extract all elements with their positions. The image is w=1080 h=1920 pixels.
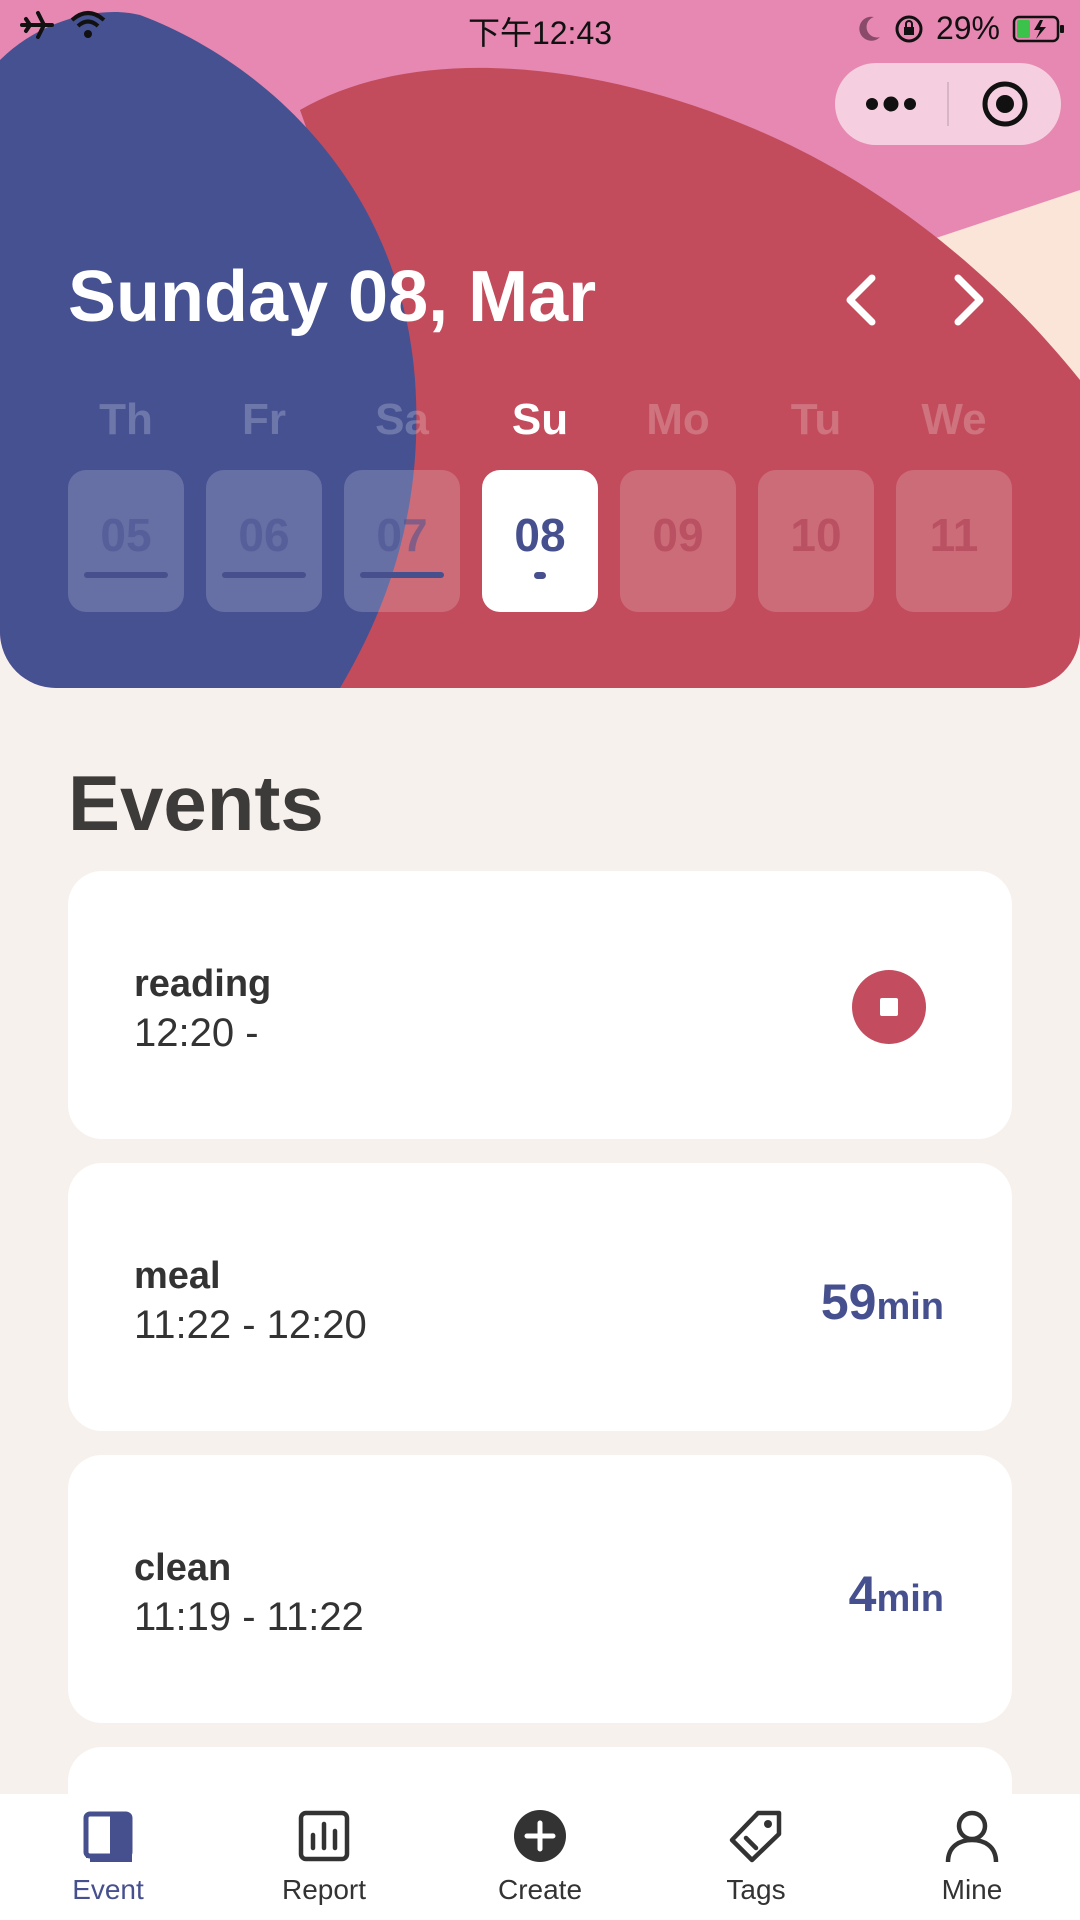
duration-value: 59: [820, 1274, 877, 1330]
battery-charging-icon: [1012, 15, 1064, 42]
weekday-label: Sa: [375, 395, 429, 444]
day-number: 08: [514, 509, 566, 561]
event-duration: 4min: [849, 1565, 944, 1623]
day-number: 10: [790, 509, 842, 561]
event-card[interactable]: meal 11:22 - 12:20 59min: [68, 1163, 1012, 1431]
has-events-underline: [222, 572, 306, 578]
day-number: 05: [100, 509, 152, 561]
day-button-selected[interactable]: 08: [482, 470, 598, 612]
weekday-label: Fr: [242, 395, 286, 444]
target-close-icon: [982, 81, 1028, 127]
day-number: 06: [238, 509, 290, 561]
duration-value: 4: [848, 1566, 877, 1622]
bar-chart-icon: [298, 1810, 350, 1862]
tab-event[interactable]: Event: [0, 1794, 216, 1920]
weekday-label: Th: [99, 395, 153, 444]
more-dots-icon: [866, 96, 916, 112]
day-button[interactable]: 07: [344, 470, 460, 612]
chevron-right-icon: [954, 274, 984, 326]
mini-program-capsule: [835, 63, 1061, 145]
event-time: 11:19 - 11:22: [134, 1595, 364, 1639]
tab-tags[interactable]: Tags: [648, 1794, 864, 1920]
has-events-underline: [360, 572, 444, 578]
tab-report[interactable]: Report: [216, 1794, 432, 1920]
event-card[interactable]: clean 11:19 - 11:22 4min: [68, 1455, 1012, 1723]
close-button[interactable]: [949, 63, 1061, 145]
orientation-lock-icon: [895, 15, 923, 42]
day-button[interactable]: 11: [896, 470, 1012, 612]
tab-label: Report: [281, 1874, 367, 1905]
event-name: reading: [134, 963, 272, 1005]
day-number: 09: [652, 509, 704, 561]
tab-bar: Event Report Create Tags Mine: [0, 1794, 1080, 1920]
moon-icon: [859, 16, 880, 41]
event-duration: 59min: [821, 1273, 944, 1331]
today-dot: [534, 572, 546, 579]
weekday-label: We: [921, 395, 987, 444]
date-title: Sunday 08, Mar: [68, 257, 597, 337]
day-button[interactable]: 09: [620, 470, 736, 612]
next-week-button[interactable]: [940, 270, 1000, 330]
user-icon: [945, 1810, 999, 1863]
prev-week-button[interactable]: [830, 270, 890, 330]
more-button[interactable]: [835, 63, 947, 145]
events-title: Events: [68, 759, 324, 847]
chevron-left-icon: [846, 274, 876, 326]
battery-percent: 29%: [935, 10, 1000, 46]
stop-icon: [880, 998, 898, 1016]
weekday-label: Tu: [790, 395, 842, 444]
tab-label: Event: [72, 1874, 144, 1905]
day-button[interactable]: 05: [68, 470, 184, 612]
day-button[interactable]: 06: [206, 470, 322, 612]
tag-icon: [729, 1810, 782, 1863]
event-time: 12:20 -: [134, 1011, 259, 1055]
event-time: 11:22 - 12:20: [134, 1303, 367, 1347]
event-name: meal: [134, 1255, 221, 1297]
event-name: clean: [134, 1547, 232, 1589]
header: 下午12:43 29% Sunday 08, Mar Th Fr Sa Su M…: [0, 0, 1080, 688]
day-number: 07: [376, 509, 428, 561]
day-number: 11: [929, 509, 979, 561]
tab-label: Create: [497, 1874, 583, 1905]
status-bar: 下午12:43 29%: [0, 0, 1080, 56]
duration-unit: min: [876, 1578, 944, 1620]
tab-label: Tags: [726, 1874, 786, 1905]
tab-mine[interactable]: Mine: [864, 1794, 1080, 1920]
plus-circle-icon: [514, 1810, 566, 1862]
book-icon: [83, 1811, 133, 1862]
weekday-label-selected: Su: [511, 395, 569, 444]
tab-create[interactable]: Create: [432, 1794, 648, 1920]
day-button[interactable]: 10: [758, 470, 874, 612]
tab-label: Mine: [941, 1874, 1003, 1905]
event-card[interactable]: reading 12:20 -: [68, 871, 1012, 1139]
stop-button[interactable]: [852, 970, 926, 1044]
has-events-underline: [84, 572, 168, 578]
weekday-label: Mo: [646, 395, 710, 444]
duration-unit: min: [876, 1286, 944, 1328]
